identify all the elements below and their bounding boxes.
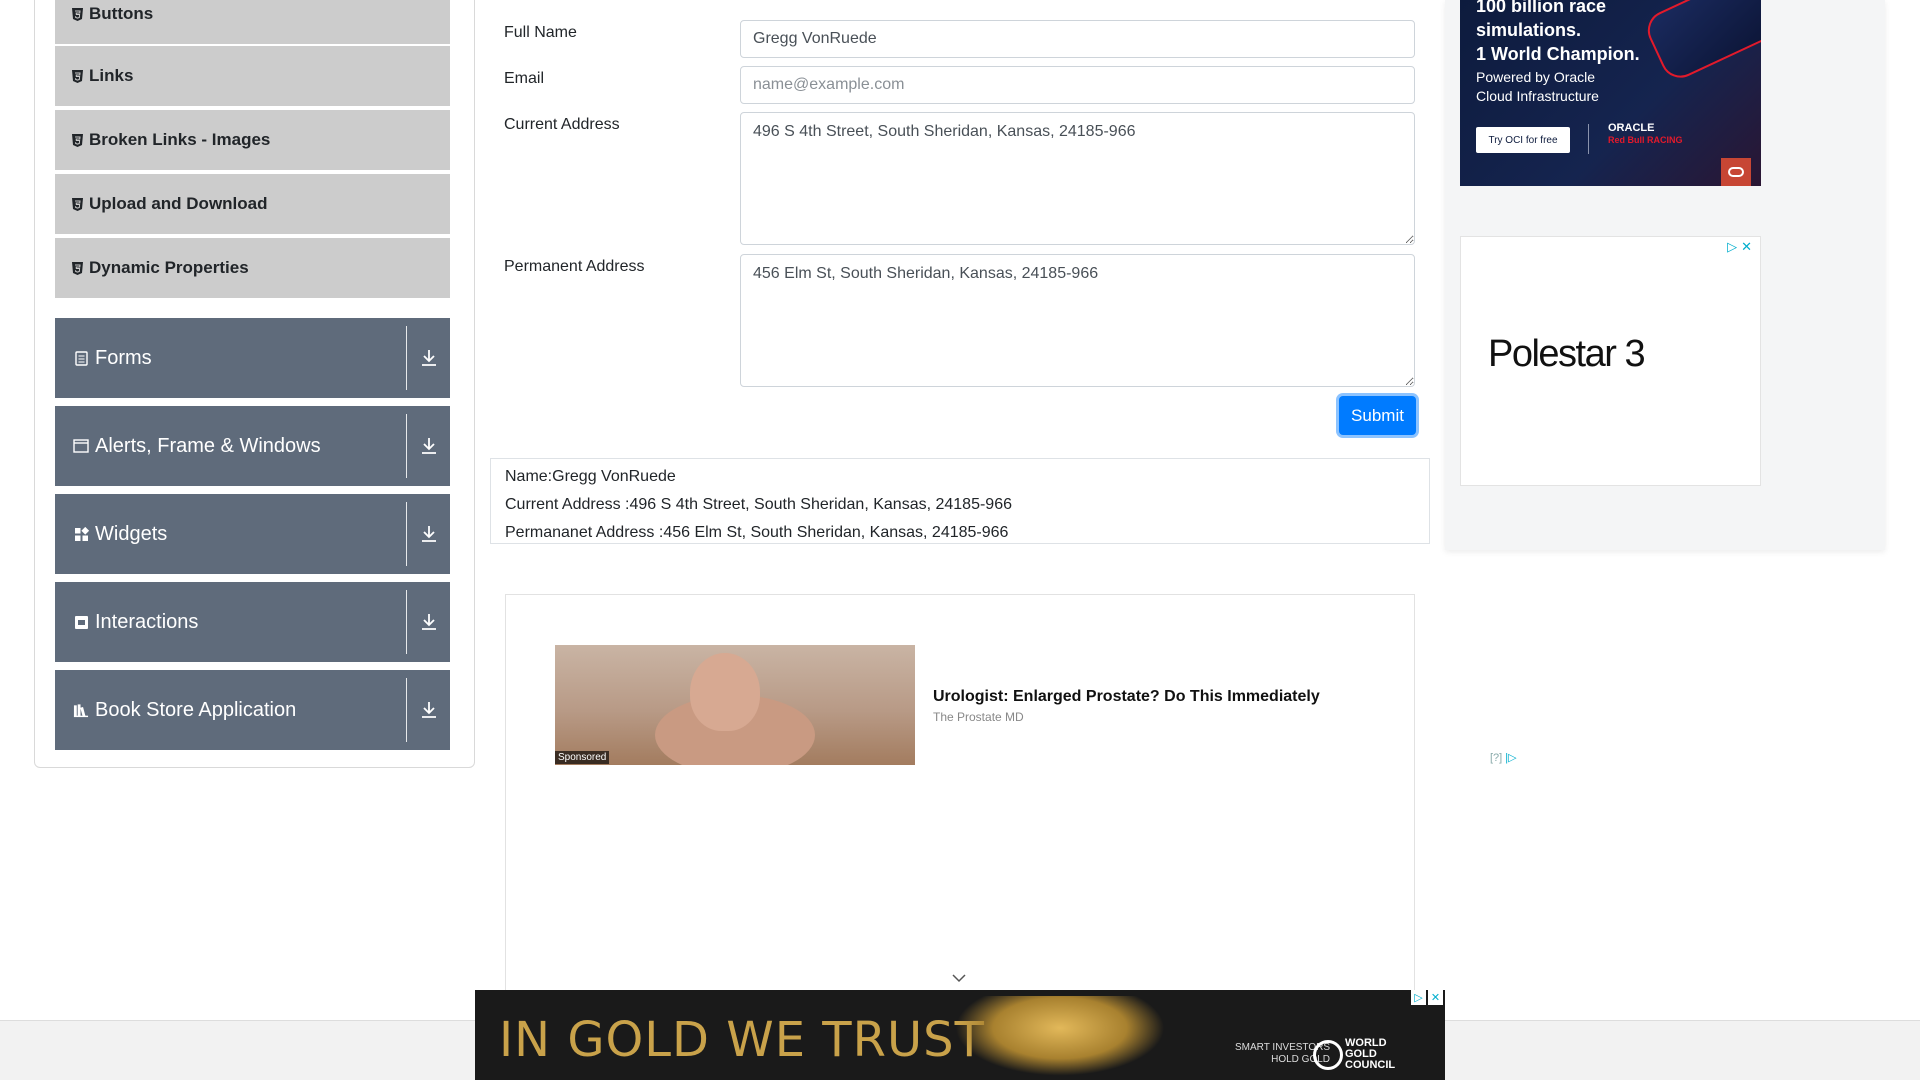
oracle-ad-powered: Powered by Oracle Cloud Infrastructure <box>1476 68 1599 106</box>
download-icon[interactable] <box>420 612 438 632</box>
sidebar-item-label: Links <box>89 66 134 85</box>
polestar-ad[interactable]: ▷ ✕ Polestar 3 <box>1460 236 1761 486</box>
html5-icon <box>71 7 83 21</box>
image-figure <box>690 653 760 731</box>
gold-ad-brand: WORLD GOLD COUNCIL <box>1345 1038 1395 1071</box>
chevron-down-icon[interactable] <box>952 970 966 983</box>
sponsored-title[interactable]: Urologist: Enlarged Prostate? Do This Im… <box>933 688 1320 706</box>
output-name: Name:Gregg VonRuede <box>505 468 676 485</box>
output-permanent-address: Permananet Address :456 Elm St, South Sh… <box>505 524 1009 541</box>
submit-button[interactable]: Submit <box>1339 396 1416 435</box>
divider <box>406 414 407 478</box>
permanent-address-label: Permanent Address <box>504 258 645 275</box>
gold-ad[interactable]: IN GOLD WE TRUST SMART INVESTORS HOLD GO… <box>475 990 1445 1080</box>
divider <box>1588 124 1589 154</box>
full-name-input[interactable] <box>740 20 1415 58</box>
books-icon <box>73 702 89 718</box>
adchoices-icon[interactable]: ▷ <box>1411 990 1426 1005</box>
output-current-address: Current Address :496 S 4th Street, South… <box>505 496 1012 513</box>
download-icon[interactable] <box>420 524 438 544</box>
sidebar-item-label: Buttons <box>89 4 154 23</box>
sidebar-group-alerts[interactable]: Alerts, Frame & Windows <box>55 406 450 486</box>
html5-icon <box>71 69 83 83</box>
permanent-address-textarea[interactable]: 456 Elm St, South Sheridan, Kansas, 2418… <box>740 254 1415 387</box>
close-icon[interactable]: ✕ <box>1428 990 1443 1005</box>
sponsored-label: Sponsored <box>555 751 610 764</box>
race-car-image <box>1641 0 1761 85</box>
sidebar-item-label: Dynamic Properties <box>89 258 249 277</box>
sidebar-item-upload-download[interactable]: Upload and Download <box>55 174 450 235</box>
sidebar-group-interactions[interactable]: Interactions <box>55 582 450 662</box>
sidebar-group-label: Book Store Application <box>95 698 297 721</box>
sidebar-group-forms[interactable]: Forms <box>55 318 450 398</box>
gold-adchoices[interactable]: ▷ ✕ <box>1411 990 1443 1005</box>
divider <box>406 590 407 654</box>
download-icon[interactable] <box>420 436 438 456</box>
sidebar-item-links[interactable]: Links <box>55 46 450 107</box>
sidebar-item-label: Upload and Download <box>89 194 268 213</box>
current-address-textarea[interactable]: 496 S 4th Street, South Sheridan, Kansas… <box>740 112 1415 245</box>
eagle-image <box>955 996 1165 1076</box>
sponsored-image[interactable] <box>555 645 915 765</box>
sidebar-group-label: Alerts, Frame & Windows <box>95 434 321 457</box>
sponsored-mark: [?] <box>1490 752 1503 764</box>
oracle-brand-name: ORACLE <box>1608 122 1655 134</box>
full-name-label: Full Name <box>504 24 577 41</box>
sidebar-group-label: Widgets <box>95 522 168 545</box>
interactions-icon <box>73 614 89 630</box>
sidebar-item-broken-links[interactable]: Broken Links - Images <box>55 110 450 171</box>
oracle-powered1: Powered by Oracle <box>1476 69 1596 85</box>
oracle-brand: ORACLE Red Bull RACING <box>1608 122 1683 146</box>
sponsored-source: The Prostate MD <box>933 710 1024 724</box>
oracle-line3: 1 World Champion. <box>1476 44 1640 64</box>
gold-brand3: COUNCIL <box>1345 1059 1396 1071</box>
current-address-label: Current Address <box>504 116 620 133</box>
polestar-ad-text: Polestar 3 <box>1488 333 1646 375</box>
sidebar-item-label: Broken Links - Images <box>89 130 271 149</box>
oracle-cta-button[interactable]: Try OCI for free <box>1476 127 1570 153</box>
email-label: Email <box>504 70 545 87</box>
adchoices[interactable]: ▷ ✕ <box>1727 239 1752 255</box>
sidebar-item-dynamic-properties[interactable]: Dynamic Properties <box>55 238 450 299</box>
html5-icon <box>71 197 83 211</box>
oracle-line2: simulations. <box>1476 20 1582 40</box>
sidebar-item-buttons[interactable]: Buttons <box>55 0 450 45</box>
oracle-powered2: Cloud Infrastructure <box>1476 88 1599 104</box>
download-icon[interactable] <box>420 348 438 368</box>
close-icon[interactable]: ✕ <box>1741 239 1752 255</box>
sidebar-group-label: Forms <box>95 346 152 369</box>
window-icon <box>73 438 89 454</box>
sidebar-group-book-store[interactable]: Book Store Application <box>55 670 450 750</box>
email-input[interactable] <box>740 66 1415 104</box>
divider <box>406 326 407 390</box>
divider <box>406 678 407 742</box>
adchoices-icon[interactable]: |▷ <box>1505 752 1516 764</box>
document-icon <box>73 350 89 366</box>
divider <box>406 502 407 566</box>
adchoices-icon[interactable]: ▷ <box>1727 239 1737 255</box>
download-icon[interactable] <box>420 700 438 720</box>
sidebar-group-label: Interactions <box>95 610 199 633</box>
html5-icon <box>71 133 83 147</box>
oracle-line1: 100 billion race <box>1476 0 1607 16</box>
oracle-ad-headline: 100 billion race simulations. 1 World Ch… <box>1476 0 1640 66</box>
oracle-ad[interactable]: 100 billion race simulations. 1 World Ch… <box>1460 0 1761 186</box>
widgets-icon <box>73 526 89 542</box>
gold-ad-headline: IN GOLD WE TRUST <box>499 1012 985 1068</box>
sidebar-group-widgets[interactable]: Widgets <box>55 494 450 574</box>
html5-icon <box>71 261 83 275</box>
output-box: Name:Gregg VonRuede Current Address :496… <box>490 458 1430 544</box>
oracle-brand-sub: Red Bull RACING <box>1608 135 1683 145</box>
sponsored-adchoices[interactable]: [?] |▷ <box>1490 751 1517 764</box>
world-gold-council-logo-icon <box>1313 1040 1343 1070</box>
oracle-logo-icon <box>1721 158 1751 186</box>
